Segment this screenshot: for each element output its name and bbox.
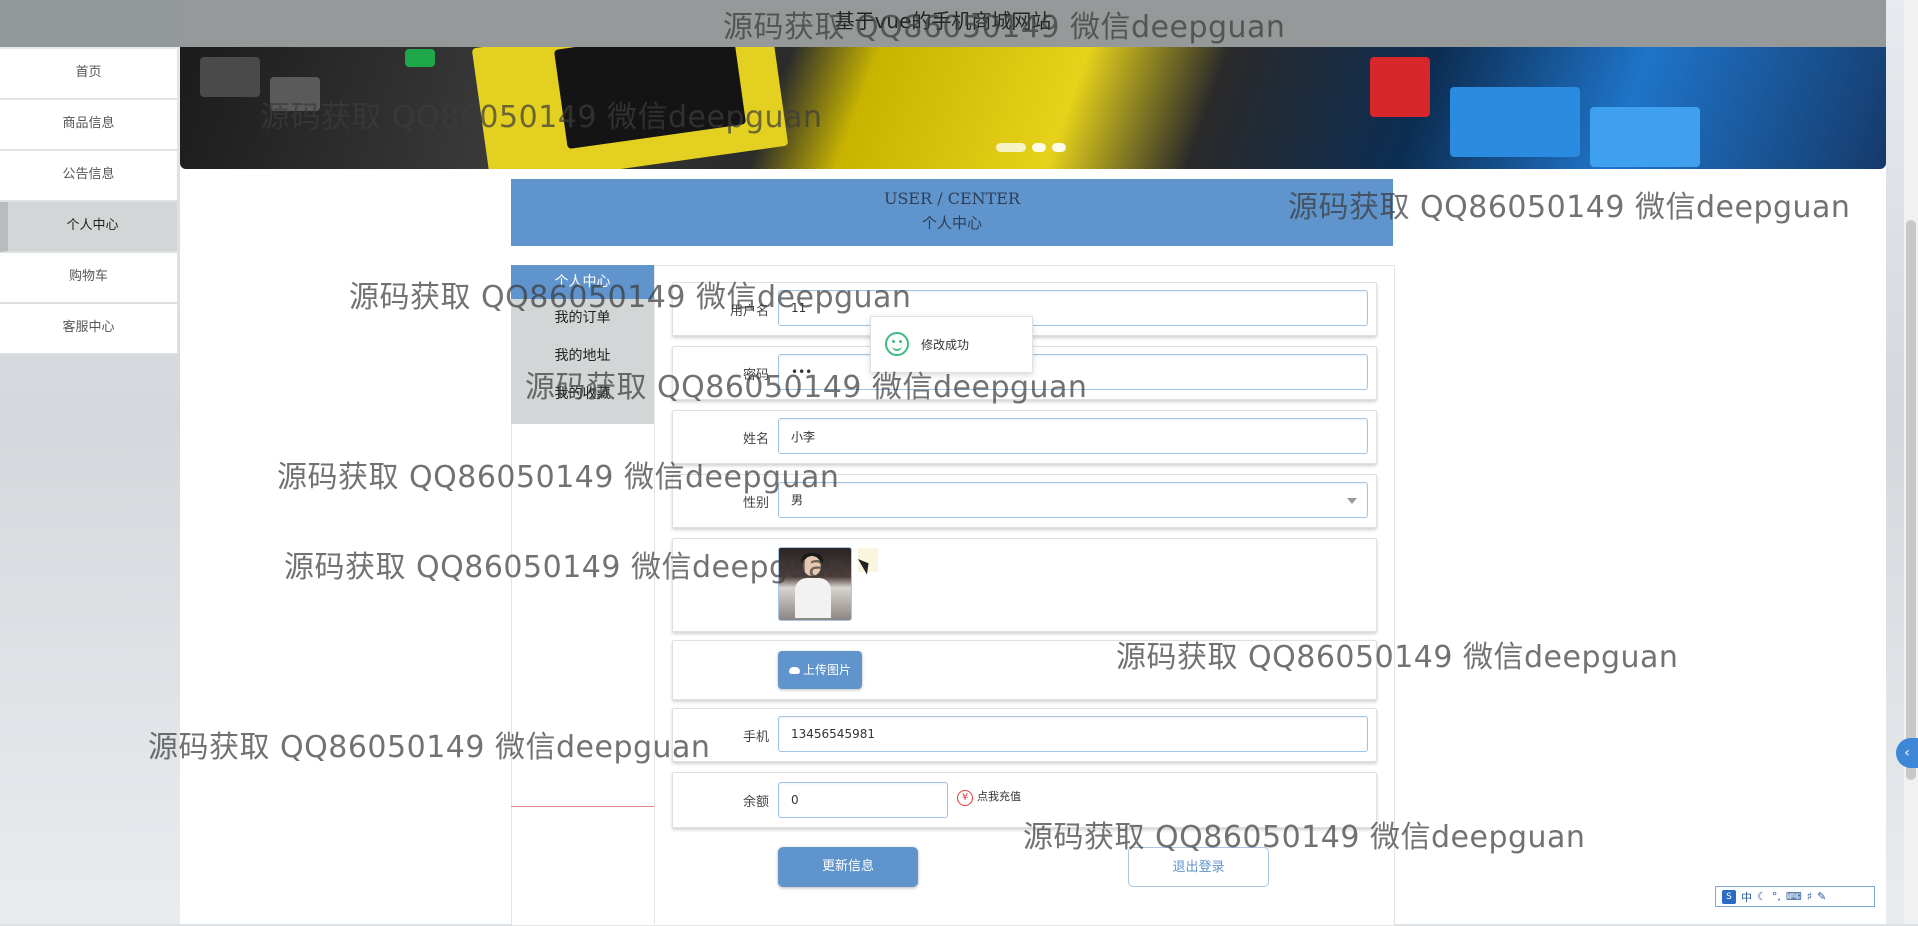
form-row-upload: 上传图片	[672, 640, 1377, 700]
recharge-link[interactable]: ¥ 点我充值	[957, 788, 1021, 806]
cloud-upload-icon	[788, 667, 800, 674]
gender-label: 性别	[742, 496, 769, 511]
carousel-dot[interactable]	[996, 143, 1026, 152]
balance-label: 余额	[742, 795, 769, 810]
upload-image-button[interactable]: 上传图片	[778, 651, 862, 689]
moon-icon[interactable]: ☾	[1757, 890, 1767, 903]
form-row-phone: 手机	[672, 708, 1377, 762]
user-center-title-cn: 个人中心	[921, 214, 982, 232]
site-title-bar: 基于vue的手机商城网站	[0, 0, 1886, 47]
phone-label: 手机	[742, 730, 769, 745]
user-center-menu-list: 个人中心 我的订单 我的地址 我的收藏	[511, 265, 654, 424]
user-center-title-en: USER / CENTER	[883, 189, 1021, 208]
scrollbar[interactable]	[1904, 0, 1918, 924]
nav-item-cart[interactable]: 购物车	[0, 253, 178, 303]
password-label: 密码	[742, 368, 769, 383]
banner-app-tile	[1450, 87, 1580, 157]
banner-phone-keys	[200, 57, 260, 97]
carousel-indicators	[996, 143, 1066, 152]
name-label: 姓名	[742, 432, 769, 447]
menu-item-favorites[interactable]: 我的收藏	[511, 375, 654, 413]
settings-icon[interactable]: ✎	[1817, 890, 1826, 903]
logout-button[interactable]: 退出登录	[1128, 847, 1269, 887]
nav-item-home[interactable]: 首页	[0, 49, 178, 99]
keyboard-icon[interactable]: ⌨	[1786, 890, 1802, 903]
gender-selected-value: 男	[791, 493, 804, 507]
password-input[interactable]	[778, 354, 1368, 390]
user-center-header: USER / CENTER 个人中心	[511, 179, 1393, 246]
form-row-name: 姓名	[672, 410, 1377, 464]
site-title: 基于vue的手机商城网站	[834, 9, 1052, 33]
username-input[interactable]	[778, 290, 1368, 326]
banner-app-tile	[405, 49, 435, 67]
banner-app-tile	[1590, 107, 1700, 167]
carousel-dot[interactable]	[1032, 143, 1046, 152]
nav-item-user-center[interactable]: 个人中心	[0, 202, 178, 252]
menu-item-address[interactable]: 我的地址	[511, 337, 654, 375]
avatar-image	[778, 547, 852, 621]
balance-input[interactable]	[778, 782, 948, 818]
phone-input[interactable]	[778, 716, 1368, 752]
ime-toolbar[interactable]: S 中 ☾ °, ⌨ ♯ ✎	[1715, 886, 1875, 907]
menu-item-orders[interactable]: 我的订单	[511, 299, 654, 337]
yen-icon: ¥	[957, 790, 973, 806]
banner-phone-keys	[270, 77, 320, 111]
toast-message: 修改成功	[921, 338, 970, 352]
recharge-label: 点我充值	[977, 790, 1021, 803]
form-row-balance: 余额 ¥ 点我充值	[672, 772, 1377, 828]
nav-item-customer-service[interactable]: 客服中心	[0, 304, 178, 354]
form-row-avatar	[672, 538, 1377, 632]
upload-button-label: 上传图片	[802, 663, 851, 677]
username-label: 用户名	[729, 304, 769, 319]
side-navigation: 首页 商品信息 公告信息 个人中心 购物车 客服中心	[0, 49, 178, 355]
scroll-thumb[interactable]	[1906, 220, 1916, 780]
user-center-menu: 个人中心 我的订单 我的地址 我的收藏	[511, 265, 655, 807]
toolbox-icon[interactable]: ♯	[1807, 890, 1812, 903]
name-input[interactable]	[778, 418, 1368, 454]
carousel-dot[interactable]	[1052, 143, 1066, 152]
punctuation-icon[interactable]: °,	[1772, 890, 1781, 903]
nav-item-products[interactable]: 商品信息	[0, 100, 178, 150]
ime-logo-icon: S	[1722, 889, 1736, 904]
nav-item-announcements[interactable]: 公告信息	[0, 151, 178, 201]
chevron-down-icon	[1347, 498, 1357, 504]
chevron-left-icon: ‹	[1904, 745, 1910, 761]
smile-icon	[885, 332, 909, 356]
update-info-button[interactable]: 更新信息	[778, 847, 918, 887]
side-expand-tab[interactable]: ‹	[1896, 738, 1918, 768]
banner-carousel[interactable]	[180, 47, 1886, 169]
ime-mode-label[interactable]: 中	[1741, 889, 1752, 905]
gender-select[interactable]: 男	[778, 482, 1368, 518]
success-toast: 修改成功	[870, 316, 1033, 373]
form-row-gender: 性别 男	[672, 474, 1377, 528]
menu-item-profile[interactable]: 个人中心	[511, 265, 654, 299]
banner-app-tile	[1370, 57, 1430, 117]
